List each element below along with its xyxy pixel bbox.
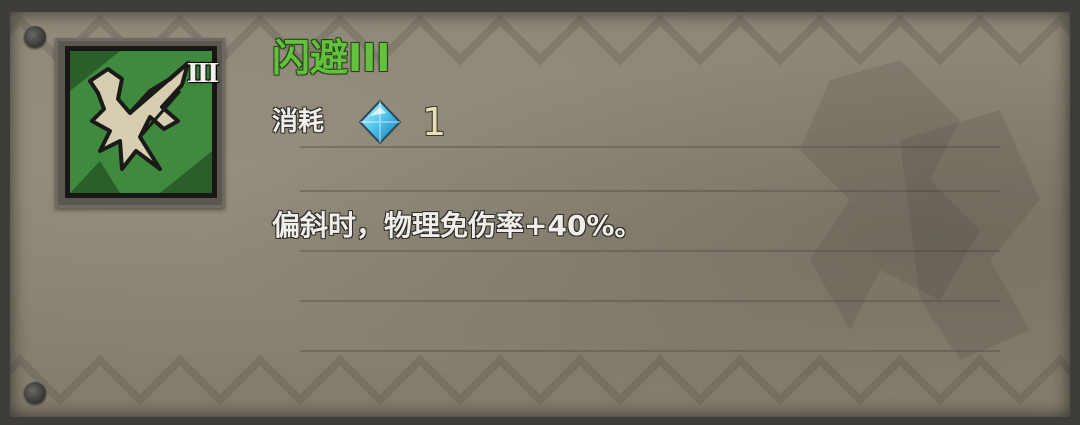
rivet-top-left [24,26,46,48]
ruled-line [300,146,1000,148]
skill-description: 偏斜时，物理免伤率+40%。 [272,209,643,242]
ruled-line [300,190,1000,192]
ruled-line [300,300,1000,302]
ruled-line [300,350,1000,352]
cost-value: 1 [422,100,447,144]
cost-label: 消耗 [272,107,325,137]
rivet-bottom-left [24,382,46,404]
dodge-skill-icon: III [65,46,220,198]
skill-icon-frame: III [55,38,225,208]
tier-badge: III [186,59,220,89]
skill-title: 闪避III [272,36,391,80]
blue-crystal-icon [358,99,402,145]
ruled-line [300,250,1000,252]
skill-tooltip-panel: III 闪避III 消耗 1 偏斜时，物理免伤率+40%。 [0,0,1080,425]
